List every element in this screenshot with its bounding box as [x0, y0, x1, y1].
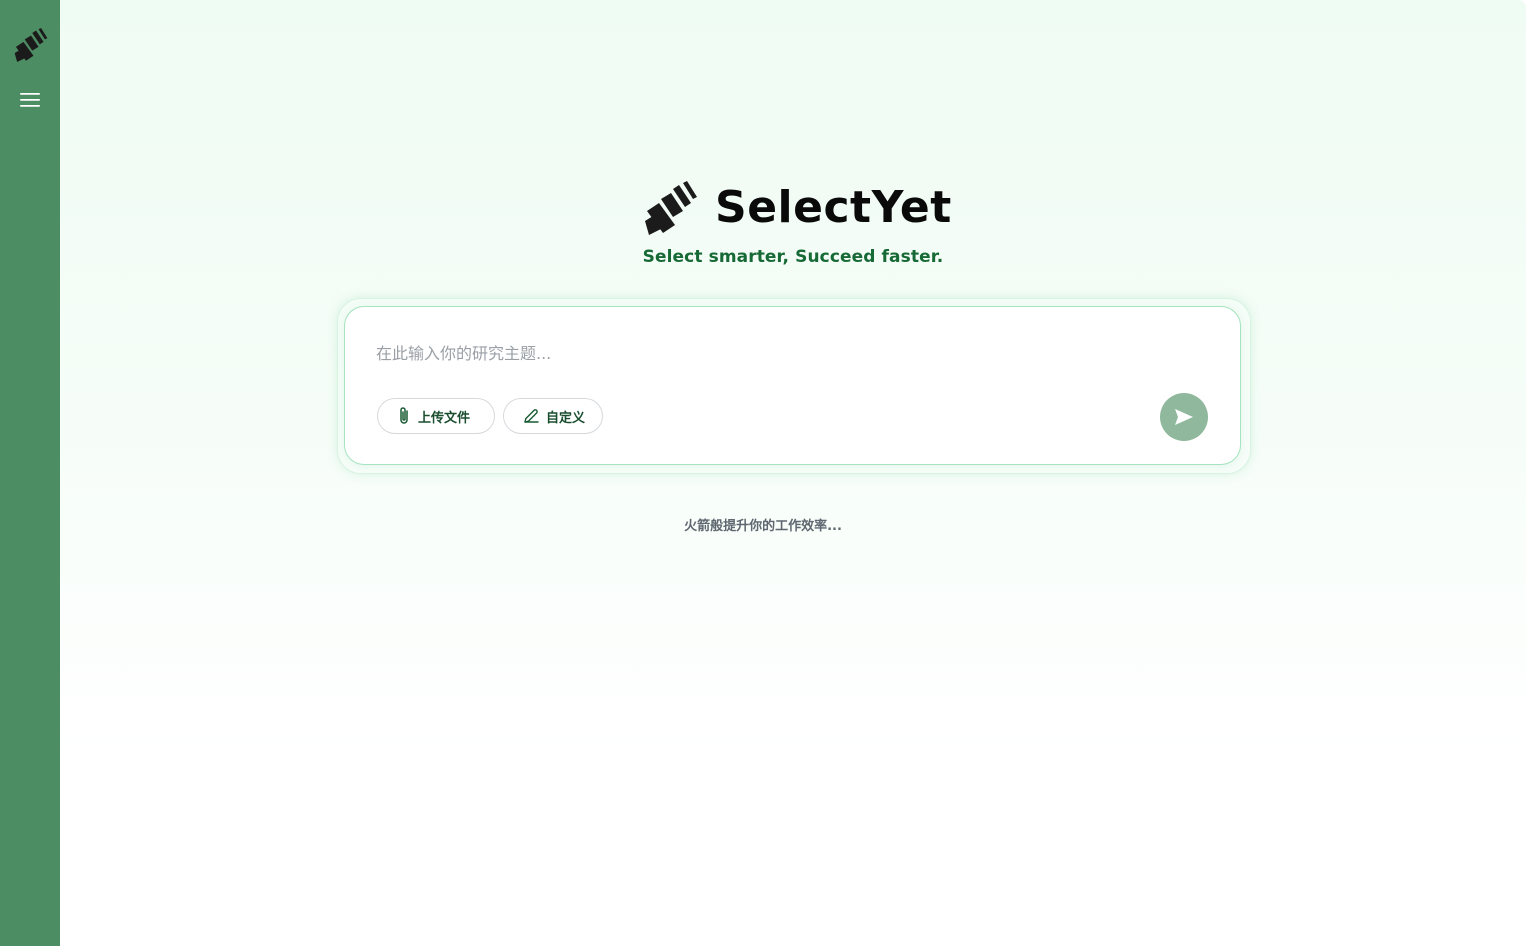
brand: SelectYet	[643, 180, 952, 236]
brand-logo-icon	[643, 181, 699, 235]
upload-file-button[interactable]: 上传文件	[377, 398, 495, 434]
customize-button[interactable]: 自定义	[503, 398, 603, 434]
tagline: Select smarter, Succeed faster.	[642, 247, 944, 267]
send-button[interactable]	[1160, 393, 1208, 441]
selectyet-logo-icon[interactable]	[13, 28, 49, 62]
hamburger-menu-icon[interactable]	[17, 88, 43, 112]
pencil-icon	[524, 409, 539, 423]
research-topic-input[interactable]	[376, 339, 1196, 367]
brand-name: SelectYet	[715, 182, 952, 233]
customize-label: 自定义	[546, 410, 586, 426]
upload-file-label: 上传文件	[418, 410, 471, 426]
sidebar	[0, 0, 60, 946]
main-area: SelectYet Select smarter, Succeed faster…	[60, 0, 1526, 946]
send-arrow-icon	[1175, 409, 1193, 425]
hint-text: 火箭般提升你的工作效率...	[684, 519, 842, 534]
paperclip-icon	[400, 407, 408, 424]
research-input-card: 上传文件 自定义	[344, 306, 1241, 465]
